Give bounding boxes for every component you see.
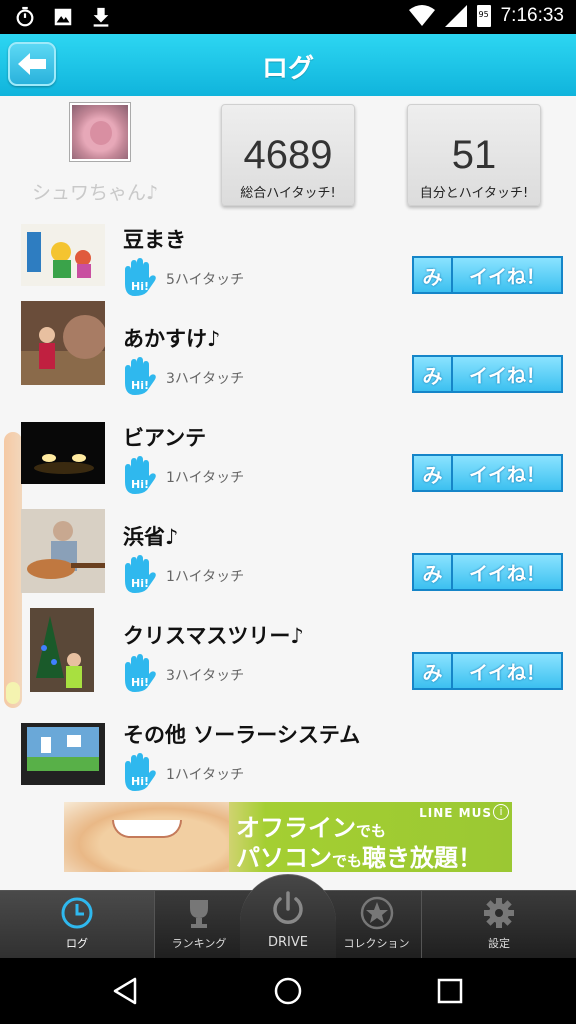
like-button-prefix: み xyxy=(412,553,453,591)
svg-text:Hi!: Hi! xyxy=(131,280,149,293)
ad-brand: LINE MUS xyxy=(419,806,492,820)
list-item[interactable]: あかすけ♪ Hi! 3ハイタッチ み イイね！ xyxy=(0,301,576,414)
total-hightouch-label: 総合ハイタッチ! xyxy=(240,186,336,201)
signal-icon xyxy=(444,5,467,27)
self-hightouch-value: 51 xyxy=(451,133,497,177)
list-item[interactable]: ビアンテ Hi! 1ハイタッチ み イイね！ xyxy=(0,414,576,513)
info-icon[interactable]: i xyxy=(493,804,509,820)
item-thumbnail[interactable] xyxy=(21,224,105,286)
clock-icon xyxy=(61,897,93,929)
timer-icon xyxy=(16,6,34,27)
star-icon xyxy=(360,896,393,930)
power-icon xyxy=(273,891,303,924)
download-icon xyxy=(93,7,109,27)
like-button-label: イイね！ xyxy=(453,652,563,690)
self-hightouch-box[interactable]: 51 自分とハイタッチ! xyxy=(407,104,541,206)
item-thumbnail[interactable] xyxy=(21,723,105,785)
tab-log[interactable]: ログ xyxy=(0,891,155,959)
like-button-label: イイね！ xyxy=(453,553,563,591)
item-thumbnail[interactable] xyxy=(21,509,105,593)
like-button-label: イイね！ xyxy=(453,256,563,294)
hightouch-count: 1ハイタッチ xyxy=(166,569,245,585)
like-button-label: イイね！ xyxy=(453,355,563,393)
hightouch-count: 1ハイタッチ xyxy=(166,767,245,783)
total-hightouch-value: 4689 xyxy=(243,133,333,177)
svg-text:Hi!: Hi! xyxy=(131,379,149,392)
battery-icon: 95 xyxy=(476,5,491,27)
hi-hand-icon: Hi! xyxy=(125,258,156,296)
item-title: ビアンテ xyxy=(123,426,207,450)
like-button[interactable]: み イイね！ xyxy=(412,553,563,591)
hi-hand-icon: Hi! xyxy=(125,555,156,593)
item-title: その他 ソーラーシステム xyxy=(123,723,361,747)
hightouch-count: 3ハイタッチ xyxy=(166,668,245,684)
tab-collection-label: コレクション xyxy=(343,937,410,950)
item-title: あかすけ♪ xyxy=(123,327,221,351)
battery-level: 95 xyxy=(478,10,489,19)
item-title: クリスマスツリー♪ xyxy=(123,624,304,648)
trophy-icon xyxy=(190,900,208,928)
nav-back-icon[interactable] xyxy=(111,976,141,1006)
item-title: 浜省♪ xyxy=(123,525,179,549)
svg-text:Hi!: Hi! xyxy=(131,577,149,590)
tab-ranking-label: ランキング xyxy=(171,937,227,950)
drive-label: DRIVE xyxy=(268,935,308,950)
like-button[interactable]: み イイね！ xyxy=(412,454,563,492)
list-item[interactable]: クリスマスツリー♪ Hi! 3ハイタッチ み イイね！ xyxy=(0,608,576,711)
svg-text:Hi!: Hi! xyxy=(131,478,149,491)
gear-icon xyxy=(484,898,514,928)
tab-collection[interactable]: コレクション xyxy=(332,891,422,959)
wifi-icon xyxy=(408,5,435,26)
like-button-label: イイね！ xyxy=(453,454,563,492)
log-content: シュワちゃん♪ 4689 総合ハイタッチ! 51 自分とハイタッチ! 豆まき H… xyxy=(0,96,576,890)
username: シュワちゃん♪ xyxy=(32,182,159,204)
system-nav-bar xyxy=(0,958,576,1024)
hi-hand-icon: Hi! xyxy=(125,357,156,395)
tab-log-label: ログ xyxy=(66,937,88,950)
nav-home-icon[interactable] xyxy=(273,976,303,1006)
item-thumbnail[interactable] xyxy=(21,422,105,484)
tab-ranking[interactable]: ランキング xyxy=(155,891,243,959)
page-title: ログ xyxy=(261,54,314,84)
hi-hand-icon: Hi! xyxy=(125,456,156,494)
ad-line2: パソコンでも聴き放題！ xyxy=(236,844,483,872)
profile-header: シュワちゃん♪ 4689 総合ハイタッチ! 51 自分とハイタッチ! xyxy=(0,96,576,212)
tab-settings[interactable]: 設定 xyxy=(422,891,576,959)
self-hightouch-label: 自分とハイタッチ! xyxy=(419,186,529,201)
item-thumbnail[interactable] xyxy=(30,608,94,692)
hi-hand-icon: Hi! xyxy=(125,654,156,692)
app-bar: ログ xyxy=(0,34,576,96)
hightouch-count: 1ハイタッチ xyxy=(166,470,245,486)
like-button-prefix: み xyxy=(412,652,453,690)
like-button[interactable]: み イイね！ xyxy=(412,652,563,690)
tab-settings-label: 設定 xyxy=(488,937,510,950)
svg-text:Hi!: Hi! xyxy=(131,775,149,788)
like-button-prefix: み xyxy=(412,454,453,492)
like-button[interactable]: み イイね！ xyxy=(412,256,563,294)
image-icon xyxy=(54,8,72,26)
total-hightouch-box[interactable]: 4689 総合ハイタッチ! xyxy=(221,104,355,206)
hi-hand-icon: Hi! xyxy=(125,753,156,791)
list-item[interactable]: その他 ソーラーシステム Hi! 1ハイタッチ xyxy=(0,711,576,810)
ad-image xyxy=(64,802,229,872)
hightouch-count: 5ハイタッチ xyxy=(166,272,245,288)
ad-banner[interactable]: LINE MUS i オフラインでも パソコンでも聴き放題！ xyxy=(64,802,512,872)
clock: 7:16:33 xyxy=(500,5,564,26)
like-button-prefix: み xyxy=(412,355,453,393)
like-button-prefix: み xyxy=(412,256,453,294)
item-thumbnail[interactable] xyxy=(21,301,105,385)
list-item[interactable]: 浜省♪ Hi! 1ハイタッチ み イイね！ xyxy=(0,509,576,612)
nav-recents-icon[interactable] xyxy=(435,976,465,1006)
like-button[interactable]: み イイね！ xyxy=(412,355,563,393)
svg-text:Hi!: Hi! xyxy=(131,676,149,689)
status-bar: 95 7:16:33 xyxy=(0,0,576,34)
item-title: 豆まき xyxy=(123,228,186,252)
avatar[interactable] xyxy=(69,102,131,162)
hightouch-count: 3ハイタッチ xyxy=(166,371,245,387)
